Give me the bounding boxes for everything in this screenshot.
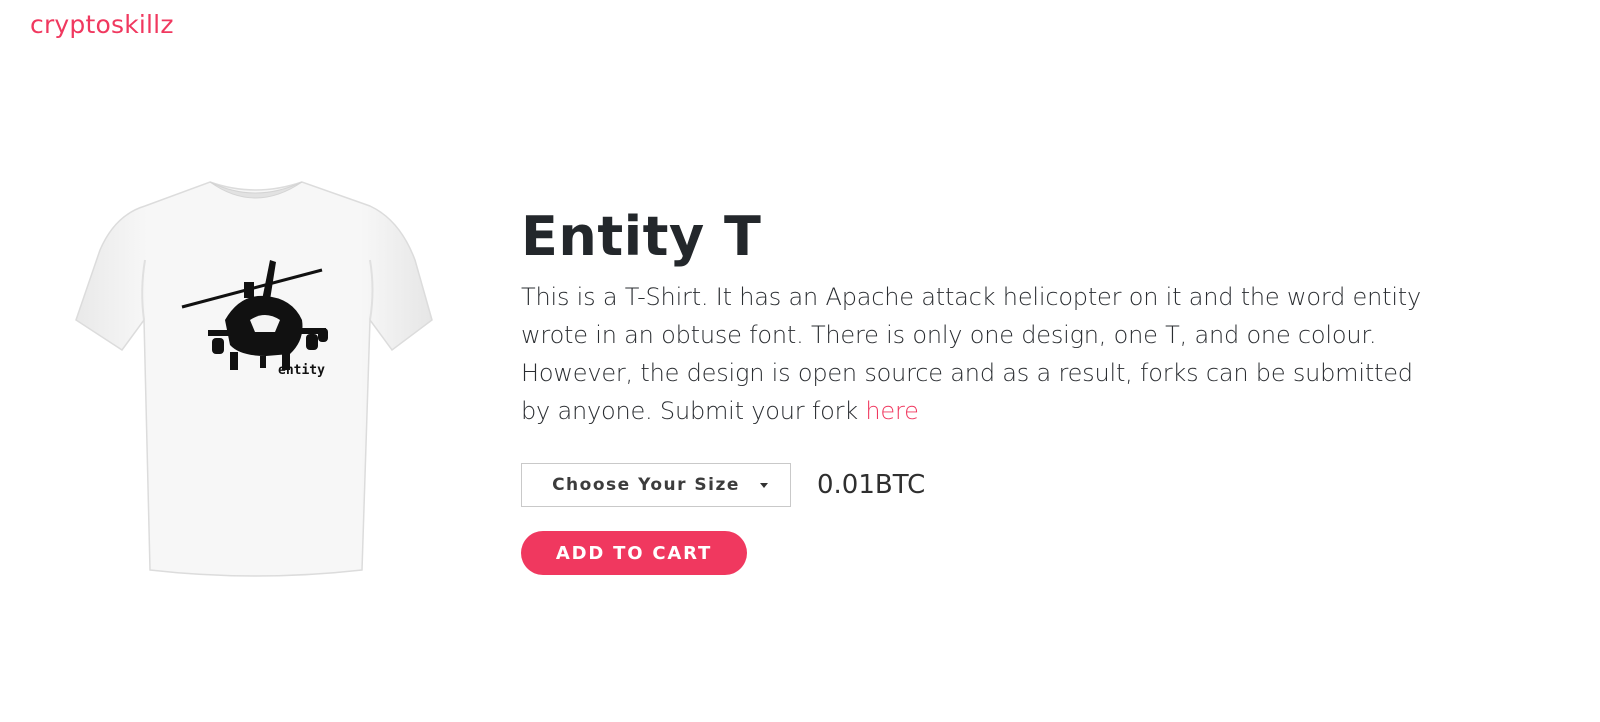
product-page: cryptoskillz entity Entity T This is a T… bbox=[0, 0, 1600, 722]
product-image: entity bbox=[70, 170, 440, 590]
product-details: Entity T This is a T-Shirt. It has an Ap… bbox=[521, 200, 1431, 575]
shirt-print-text: entity bbox=[278, 363, 325, 378]
product-description-text: This is a T-Shirt. It has an Apache atta… bbox=[521, 283, 1422, 425]
chevron-down-icon bbox=[760, 483, 768, 488]
tshirt-image: entity bbox=[75, 181, 433, 577]
size-select-label: Choose Your Size bbox=[552, 475, 740, 495]
add-to-cart-button[interactable]: ADD TO CART bbox=[521, 531, 747, 575]
product-title: Entity T bbox=[521, 205, 762, 268]
size-select[interactable]: Choose Your Size bbox=[521, 463, 791, 507]
purchase-row: Choose Your Size 0.01BTC bbox=[521, 462, 925, 508]
product-description: This is a T-Shirt. It has an Apache atta… bbox=[521, 278, 1431, 430]
brand-logo-link[interactable]: cryptoskillz bbox=[30, 10, 174, 39]
product-price: 0.01BTC bbox=[817, 470, 926, 500]
submit-fork-link[interactable]: here bbox=[865, 397, 918, 425]
